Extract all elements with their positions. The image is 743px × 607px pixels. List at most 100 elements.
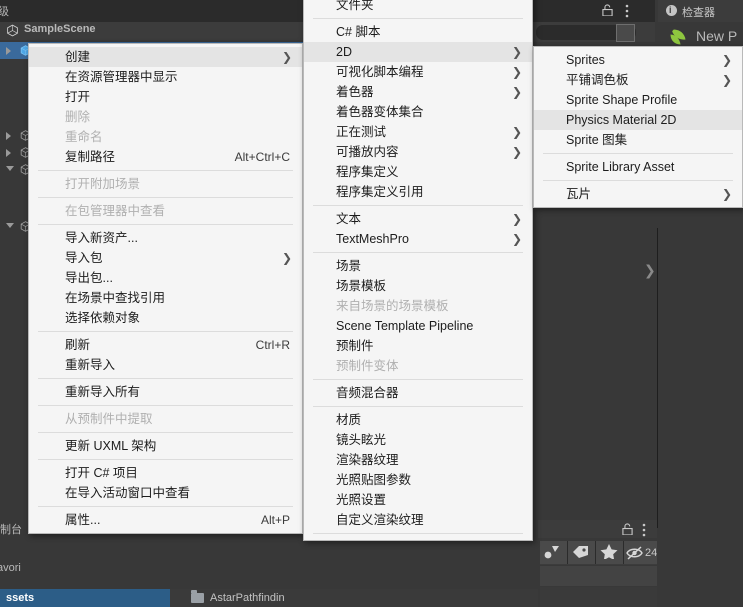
chevron-right-icon: ❯ xyxy=(721,73,732,87)
menu-item[interactable]: 在场景中查找引用 xyxy=(29,288,302,308)
menu-item[interactable]: 着色器 ❯ xyxy=(304,82,532,102)
assets-context-menu[interactable]: 创建 ❯ 在资源管理器中显示 打开 删除 重命名 复制路径 Alt+Ctrl+C 打开附加场景在… xyxy=(28,43,303,534)
unlock-icon[interactable] xyxy=(602,4,613,16)
menu-item-label: 场景 xyxy=(336,259,362,273)
hierarchy-scene-header[interactable]: SampleScene xyxy=(0,22,303,40)
menu-item-label: 自定义渲染纹理 xyxy=(336,513,424,527)
project-asset-area xyxy=(540,587,657,607)
expander-closed-icon[interactable] xyxy=(6,149,11,157)
menu-item-label: 选择依赖对象 xyxy=(65,311,141,325)
menu-item[interactable]: 复制路径 Alt+Ctrl+C xyxy=(29,147,302,167)
menu-item[interactable]: Scene Template Pipeline xyxy=(304,316,532,336)
menu-item-label: C# 脚本 xyxy=(336,25,381,39)
menu-item[interactable]: 光照设置 xyxy=(304,490,532,510)
menu-item[interactable]: Sprites ❯ xyxy=(534,50,742,70)
menu-item-label: 瓦片 xyxy=(566,187,592,201)
menu-item-label: 场景模板 xyxy=(336,279,387,293)
menu-item[interactable]: TextMeshPro ❯ xyxy=(304,229,532,249)
chevron-right-icon: ❯ xyxy=(281,251,292,265)
menu-item[interactable]: 导入包 ❯ xyxy=(29,248,302,268)
menu-item-label: 在包管理器中查看 xyxy=(65,204,166,218)
menu-item[interactable]: 可视化脚本编程 ❯ xyxy=(304,62,532,82)
menu-item-label: 打开附加场景 xyxy=(65,177,141,191)
menu-item[interactable]: 平铺调色板 ❯ xyxy=(534,70,742,90)
kebab-menu-icon[interactable] xyxy=(625,4,629,18)
gizmo-toggle-button[interactable] xyxy=(540,541,568,564)
menu-item-label: 打开 C# 项目 xyxy=(65,466,138,480)
expander-closed-icon[interactable] xyxy=(6,47,11,55)
menu-item[interactable]: 光照贴图参数 xyxy=(304,470,532,490)
menu-separator xyxy=(38,170,293,171)
menu-separator xyxy=(543,153,733,154)
menu-item-label: 导入包 xyxy=(65,251,103,265)
menu-item[interactable]: 场景 xyxy=(304,256,532,276)
menu-item[interactable]: 刷新 Ctrl+R xyxy=(29,335,302,355)
menu-item[interactable]: 场景模板 xyxy=(304,276,532,296)
menu-item-label: Scene Template Pipeline xyxy=(336,319,474,333)
menu-item[interactable]: 在资源管理器中显示 xyxy=(29,67,302,87)
menu-item[interactable]: 打开 xyxy=(29,87,302,107)
menu-separator xyxy=(38,432,293,433)
menu-item[interactable]: 程序集定义 xyxy=(304,162,532,182)
menu-item[interactable]: C# 脚本 xyxy=(304,22,532,42)
console-tab-label[interactable]: 制台 xyxy=(0,521,22,537)
gizmo-icon xyxy=(544,546,559,559)
expander-closed-icon[interactable] xyxy=(6,132,11,140)
kebab-menu-icon[interactable] xyxy=(642,523,646,537)
menu-item-label: 在资源管理器中显示 xyxy=(65,70,178,84)
2d-submenu[interactable]: Sprites ❯ 平铺调色板 ❯ Sprite Shape Profile Physic… xyxy=(533,46,743,208)
chevron-right-icon: ❯ xyxy=(511,65,522,79)
menu-item[interactable]: 更新 UXML 架构 xyxy=(29,436,302,456)
menu-item[interactable]: 自定义渲染纹理 xyxy=(304,510,532,530)
menu-item[interactable]: Sprite 图集 xyxy=(534,130,742,150)
menu-item-label: Sprite Library Asset xyxy=(566,160,675,174)
menu-item[interactable]: 预制件 xyxy=(304,336,532,356)
menu-item[interactable]: 镜头眩光 xyxy=(304,430,532,450)
menu-item[interactable]: 材质 xyxy=(304,410,532,430)
menu-item[interactable]: 程序集定义引用 xyxy=(304,182,532,202)
menu-item[interactable]: 文件夹 xyxy=(304,0,532,15)
menu-item-shortcut: Ctrl+R xyxy=(255,338,290,352)
menu-item[interactable]: 着色器变体集合 xyxy=(304,102,532,122)
favorites-label[interactable]: avori xyxy=(0,562,21,574)
tab-inspector[interactable]: i 检查器 xyxy=(658,0,743,22)
menu-item[interactable]: 文本 ❯ xyxy=(304,209,532,229)
menu-item-label: 重新导入 xyxy=(65,358,116,372)
menu-item[interactable]: 正在测试 ❯ xyxy=(304,122,532,142)
menu-item[interactable]: 创建 ❯ xyxy=(29,47,302,67)
menu-item[interactable]: 导入新资产... xyxy=(29,228,302,248)
menu-item: 重命名 xyxy=(29,127,302,147)
favorites-filter-button[interactable] xyxy=(596,541,624,564)
chevron-right-icon: ❯ xyxy=(644,262,656,278)
menu-item[interactable]: 导出包... xyxy=(29,268,302,288)
menu-item[interactable]: Physics Material 2D xyxy=(534,110,742,130)
chevron-right-icon: ❯ xyxy=(511,85,522,99)
menu-item[interactable]: 音频混合器 xyxy=(304,383,532,403)
expander-open-icon[interactable] xyxy=(6,223,14,228)
menu-item[interactable]: 可播放内容 ❯ xyxy=(304,142,532,162)
unlock-icon[interactable] xyxy=(622,523,633,535)
menu-item[interactable]: 选择依赖对象 xyxy=(29,308,302,328)
tag-filter-button[interactable] xyxy=(568,541,596,564)
menu-item[interactable]: Sprite Shape Profile xyxy=(534,90,742,110)
menu-item-label: 创建 xyxy=(65,50,91,64)
menu-item-label: Sprite Shape Profile xyxy=(566,93,678,107)
create-submenu[interactable]: 文件夹 C# 脚本 2D ❯ 可视化脚本编程 ❯ 着色器 ❯ 着色器变体集合 正在测试 ❯ 可播放内容… xyxy=(303,0,533,541)
menu-item[interactable]: 瓦片 ❯ xyxy=(534,184,742,204)
folder-icon xyxy=(191,590,204,603)
inspector-asset-name: New P xyxy=(696,28,738,44)
unity-logo-icon xyxy=(7,24,18,37)
menu-item[interactable]: 打开 C# 项目 xyxy=(29,463,302,483)
menu-item[interactable]: 2D ❯ xyxy=(304,42,532,62)
menu-item[interactable]: 渲染器纹理 xyxy=(304,450,532,470)
menu-separator xyxy=(38,224,293,225)
menu-item[interactable]: 属性... Alt+P xyxy=(29,510,302,530)
menu-item[interactable]: 重新导入 xyxy=(29,355,302,375)
menu-item: 来自场景的场景模板 xyxy=(304,296,532,316)
menu-item[interactable]: 重新导入所有 xyxy=(29,382,302,402)
popout-icon[interactable] xyxy=(616,24,635,42)
menu-item[interactable]: Sprite Library Asset xyxy=(534,157,742,177)
menu-item[interactable]: 在导入活动窗口中查看 xyxy=(29,483,302,503)
chevron-right-icon: ❯ xyxy=(721,53,732,67)
expander-open-icon[interactable] xyxy=(6,166,14,171)
